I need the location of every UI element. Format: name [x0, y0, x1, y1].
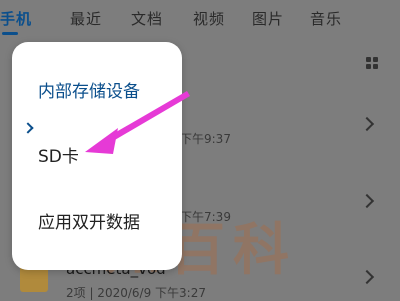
annotation-arrow-icon — [85, 91, 190, 154]
